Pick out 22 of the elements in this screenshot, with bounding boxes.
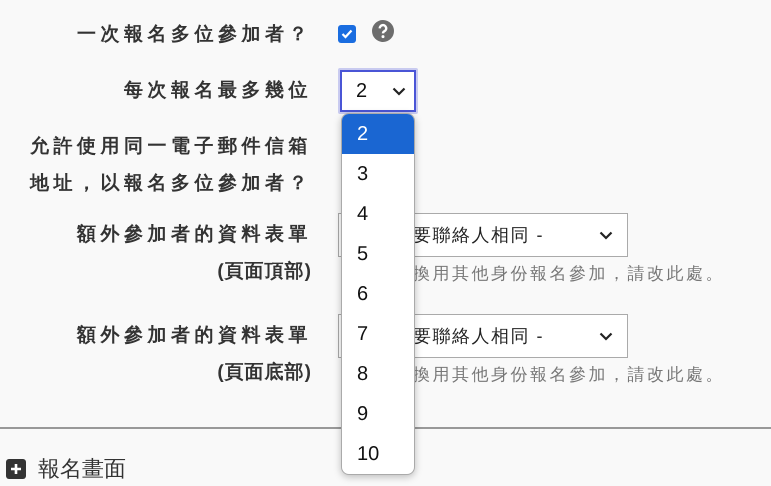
field-label-note: (頁面底部): [217, 360, 312, 385]
chevron-down-icon: [392, 86, 406, 96]
field-label-note: (頁面頂部): [217, 260, 312, 284]
checkbox[interactable]: [338, 25, 356, 43]
field-label: 額外參加者的資料表單: [77, 222, 312, 247]
field-label: 額外參加者的資料表單: [77, 324, 312, 348]
dropdown-option[interactable]: 2: [342, 114, 414, 154]
dropdown-option[interactable]: 3: [342, 154, 414, 194]
section-title[interactable]: 報名畫面: [38, 452, 126, 485]
checkmark-icon: [341, 29, 353, 39]
dropdown-option[interactable]: 7: [342, 314, 414, 354]
dropdown-option[interactable]: 6: [342, 274, 414, 314]
plus-square-icon[interactable]: [6, 458, 26, 478]
chevron-down-icon: [599, 332, 613, 340]
field-label: 每次報名最多幾位: [124, 79, 312, 103]
chevron-down-icon: [599, 230, 613, 240]
field-label: 允許使用同一電子郵件信箱地址，以報名多位參加者？: [28, 134, 312, 196]
number-select[interactable]: 2: [340, 70, 416, 112]
dropdown-option[interactable]: 9: [342, 394, 414, 434]
help-icon[interactable]: [372, 20, 394, 42]
dropdown-option[interactable]: 10: [342, 434, 414, 474]
field-label: 一次報名多位參加者？: [77, 22, 312, 47]
